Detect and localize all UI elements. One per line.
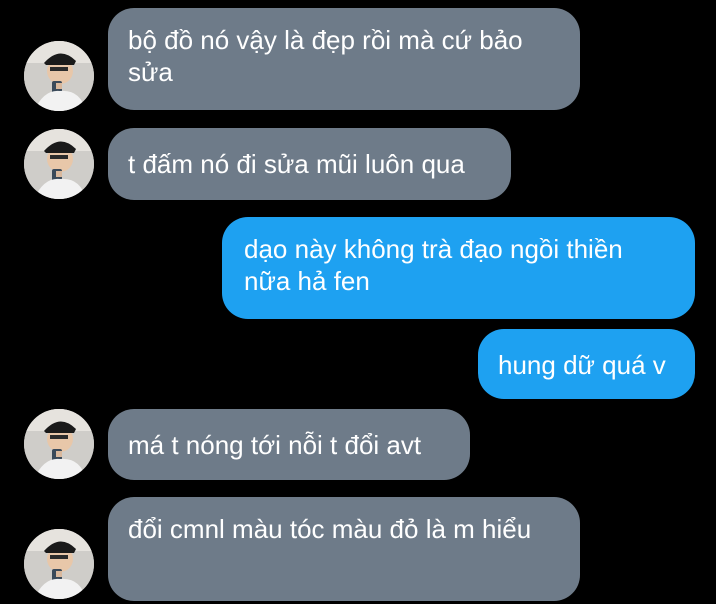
message-bubble-incoming[interactable]: bộ đồ nó vậy là đẹp rồi mà cứ bảo sửa bbox=[108, 8, 580, 110]
message-bubble-incoming[interactable]: má t nóng tới nỗi t đổi avt bbox=[108, 409, 470, 480]
message-text: đổi cmnl màu tóc màu đỏ là m hiểu bbox=[128, 514, 532, 544]
message-text: bộ đồ nó vậy là đẹp rồi mà cứ bảo sửa bbox=[128, 25, 523, 87]
message-bubble-incoming[interactable]: đổi cmnl màu tóc màu đỏ là m hiểu bbox=[108, 497, 580, 601]
message-text: dạo này không trà đạo ngồi thiền nữa hả … bbox=[244, 234, 623, 296]
avatar-photo-icon bbox=[24, 529, 94, 599]
message-text: hung dữ quá v bbox=[498, 350, 666, 380]
message-bubble-outgoing[interactable]: dạo này không trà đạo ngồi thiền nữa hả … bbox=[222, 217, 695, 319]
message-text: t đấm nó đi sửa mũi luôn qua bbox=[128, 149, 465, 179]
avatar-photo-icon bbox=[24, 129, 94, 199]
contact-avatar[interactable] bbox=[24, 41, 94, 111]
avatar-photo-icon bbox=[24, 409, 94, 479]
message-bubble-incoming[interactable]: t đấm nó đi sửa mũi luôn qua bbox=[108, 128, 511, 200]
contact-avatar[interactable] bbox=[24, 129, 94, 199]
contact-avatar[interactable] bbox=[24, 529, 94, 599]
message-text: má t nóng tới nỗi t đổi avt bbox=[128, 430, 422, 460]
message-bubble-outgoing[interactable]: hung dữ quá v bbox=[478, 329, 695, 399]
avatar-photo-icon bbox=[24, 41, 94, 111]
contact-avatar[interactable] bbox=[24, 409, 94, 479]
